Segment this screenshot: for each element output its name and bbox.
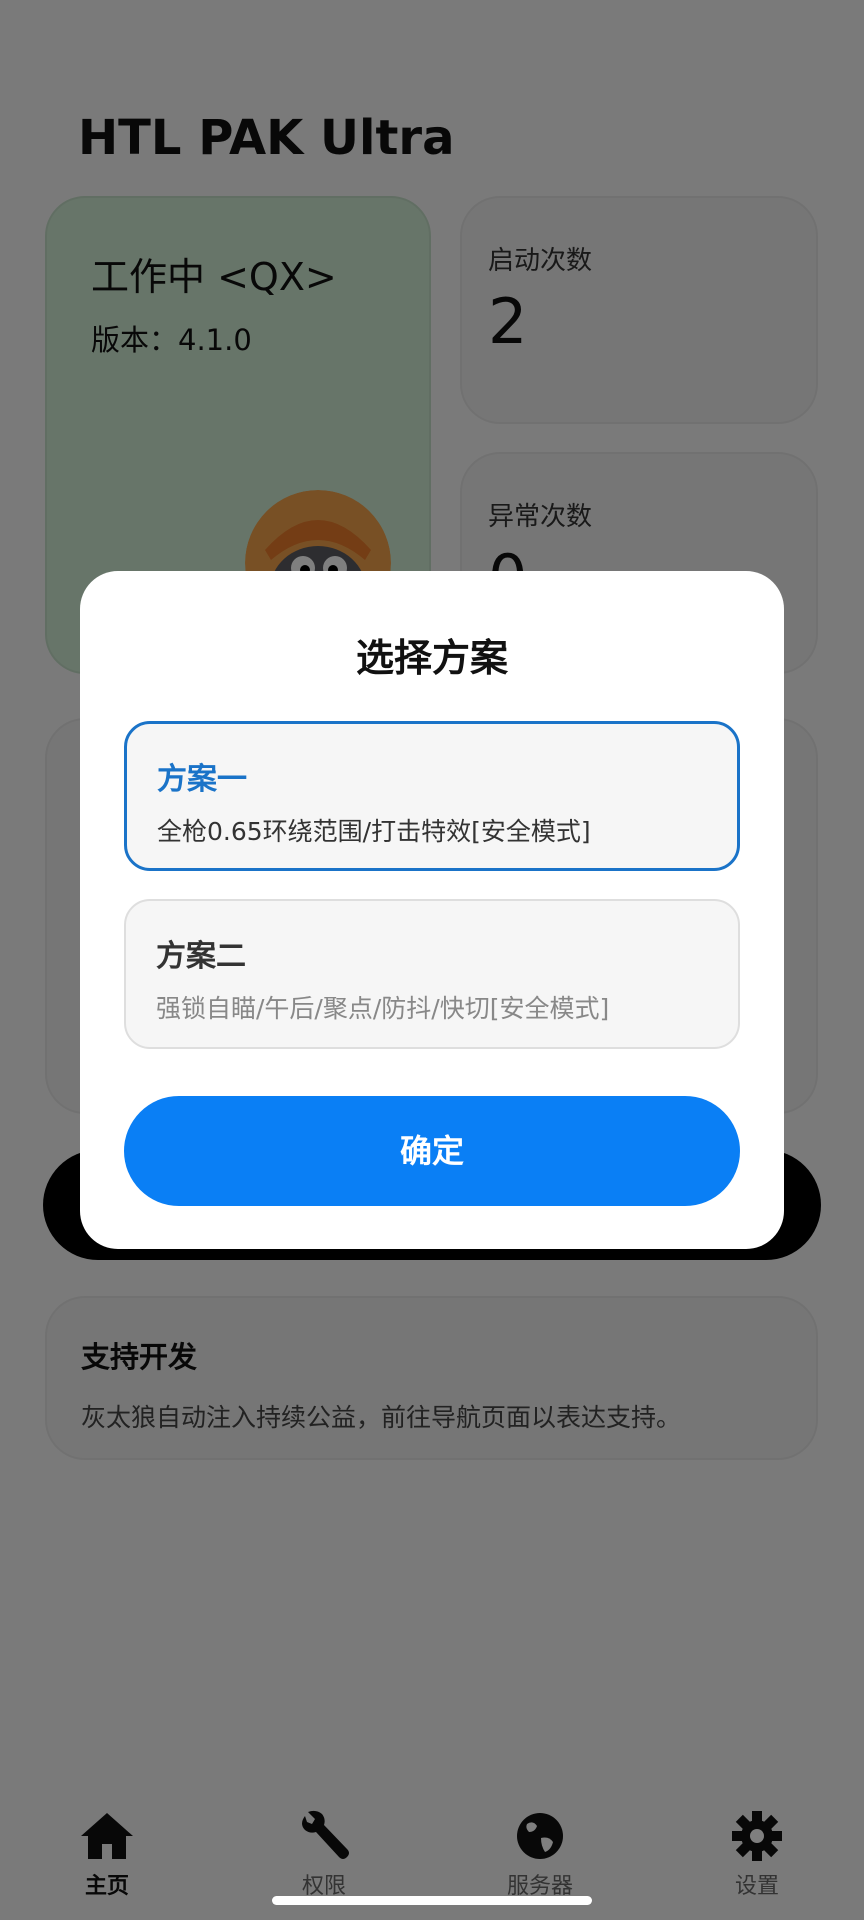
plan-option-title: 方案二 bbox=[156, 939, 246, 974]
select-plan-dialog: 选择方案 方案一 全枪0.65环绕范围/打击特效[安全模式] 方案二 强锁自瞄/… bbox=[80, 571, 784, 1249]
plan-option-1[interactable]: 方案一 全枪0.65环绕范围/打击特效[安全模式] bbox=[124, 721, 740, 871]
plan-option-title: 方案一 bbox=[157, 762, 247, 797]
plan-option-desc: 全枪0.65环绕范围/打击特效[安全模式] bbox=[157, 817, 591, 846]
confirm-button[interactable]: 确定 bbox=[124, 1096, 740, 1206]
home-indicator[interactable] bbox=[272, 1896, 592, 1905]
plan-option-2[interactable]: 方案二 强锁自瞄/午后/聚点/防抖/快切[安全模式] bbox=[124, 899, 740, 1049]
dialog-title: 选择方案 bbox=[355, 636, 508, 680]
plan-option-desc: 强锁自瞄/午后/聚点/防抖/快切[安全模式] bbox=[156, 994, 610, 1023]
